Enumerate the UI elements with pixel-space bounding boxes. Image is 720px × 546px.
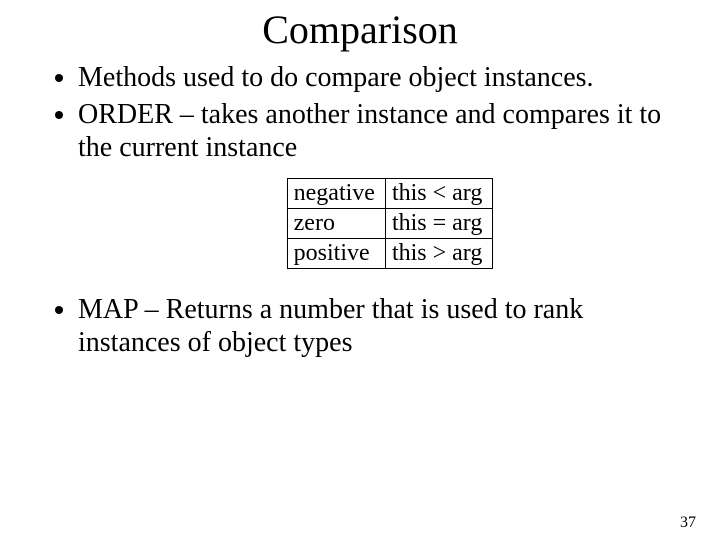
table-row: negative this < arg — [287, 179, 493, 209]
table-row: zero this = arg — [287, 209, 493, 239]
page-number: 37 — [680, 514, 696, 532]
table-cell: positive — [287, 239, 385, 269]
comparison-table: negative this < arg zero this = arg posi… — [287, 178, 494, 269]
bullet-item: ORDER – takes another instance and compa… — [78, 98, 680, 164]
bullet-list-bottom: MAP – Returns a number that is used to r… — [58, 293, 720, 359]
slide-title: Comparison — [0, 6, 720, 53]
bullet-list-top: Methods used to do compare object instan… — [58, 61, 720, 164]
table-cell: this < arg — [385, 179, 492, 209]
comparison-table-wrap: negative this < arg zero this = arg posi… — [0, 178, 720, 269]
bullet-item: Methods used to do compare object instan… — [78, 61, 680, 94]
bullet-item: MAP – Returns a number that is used to r… — [78, 293, 680, 359]
table-cell: this = arg — [385, 209, 492, 239]
table-cell: zero — [287, 209, 385, 239]
slide: Comparison Methods used to do compare ob… — [0, 6, 720, 546]
table-cell: this > arg — [385, 239, 492, 269]
table-row: positive this > arg — [287, 239, 493, 269]
table-cell: negative — [287, 179, 385, 209]
